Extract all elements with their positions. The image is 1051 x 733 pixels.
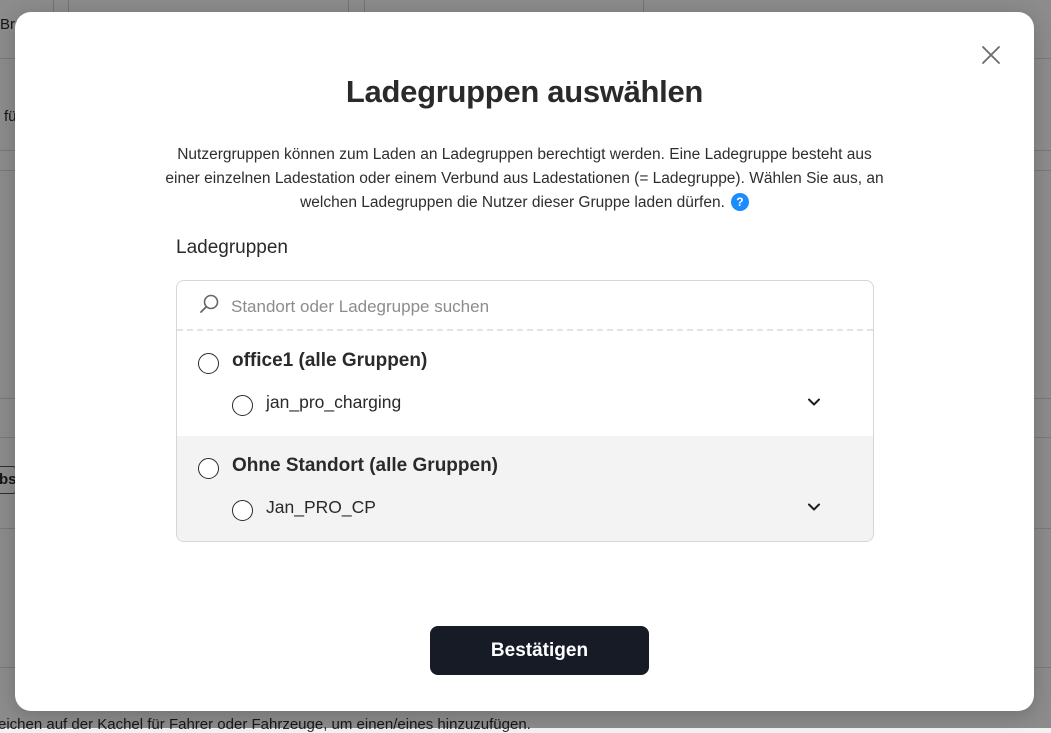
- group-item: office1 (alle Gruppen) jan_pro_charging: [177, 331, 873, 436]
- group-radio[interactable]: [198, 353, 219, 374]
- help-icon[interactable]: ?: [730, 192, 749, 211]
- subgroup-label: Jan_PRO_CP: [266, 497, 376, 517]
- select-charging-groups-dialog: Ladegruppen auswählen Nutzergruppen könn…: [15, 12, 1034, 711]
- search-input[interactable]: [229, 291, 833, 323]
- chevron-down-icon[interactable]: [807, 397, 821, 407]
- description-text: Nutzergruppen können zum Laden an Ladegr…: [165, 146, 884, 211]
- close-icon: [982, 46, 1000, 64]
- confirm-button[interactable]: Bestätigen: [430, 626, 649, 675]
- group-label: office1 (alle Gruppen): [232, 350, 428, 371]
- subgroup-radio[interactable]: [232, 395, 253, 416]
- chevron-down-icon[interactable]: [807, 502, 821, 512]
- dialog-title: Ladegruppen auswählen: [345, 74, 704, 109]
- search-bar: [177, 281, 873, 331]
- group-radio[interactable]: [198, 458, 219, 479]
- section-label-charging-groups: Ladegruppen: [176, 237, 288, 258]
- close-button[interactable]: [980, 44, 1002, 66]
- subgroup-label: jan_pro_charging: [266, 392, 402, 412]
- group-item: Ohne Standort (alle Gruppen) Jan_PRO_CP: [177, 436, 873, 541]
- dialog-description: Nutzergruppen können zum Laden an Ladegr…: [165, 143, 884, 215]
- group-label: Ohne Standort (alle Gruppen): [232, 455, 499, 476]
- subgroup-radio[interactable]: [232, 500, 253, 521]
- charging-group-list: office1 (alle Gruppen) jan_pro_charging …: [176, 280, 874, 542]
- search-icon: [200, 294, 219, 313]
